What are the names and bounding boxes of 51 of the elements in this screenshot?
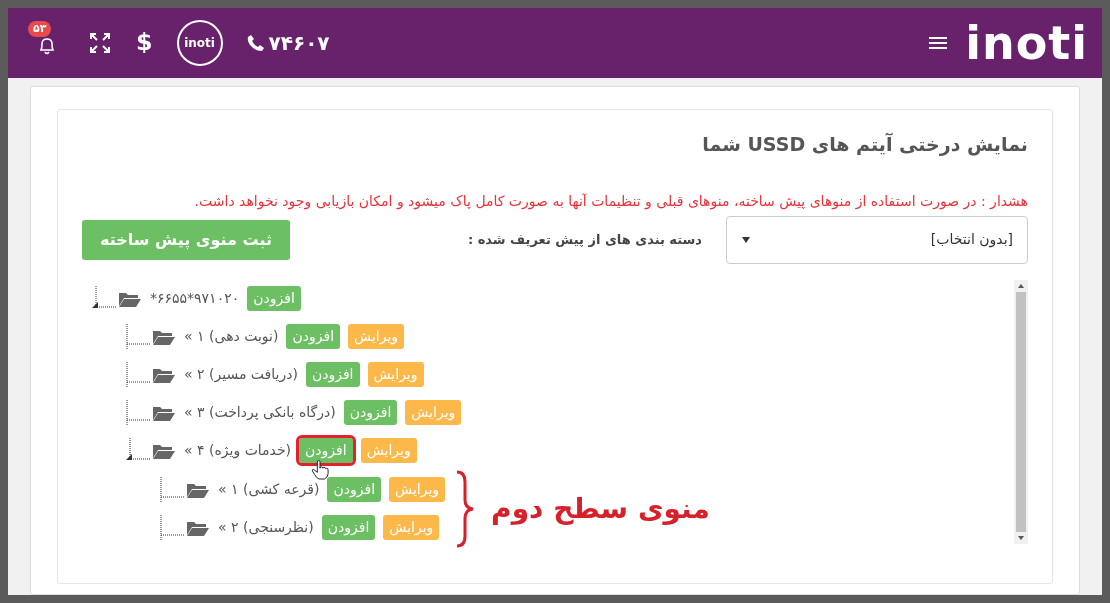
edit-button[interactable]: ویرایش bbox=[360, 437, 417, 464]
category-select[interactable]: [بدون انتخاب] bbox=[726, 215, 1028, 264]
edit-button[interactable]: ویرایش bbox=[348, 323, 405, 350]
tree-item-label[interactable]: (نوبت دهی) ۱ » bbox=[184, 326, 279, 347]
tree-connector-icon[interactable] bbox=[124, 321, 152, 352]
add-button[interactable]: افزودن bbox=[343, 399, 398, 426]
edit-button[interactable]: ویرایش bbox=[383, 514, 440, 541]
site-logo[interactable]: inoti bbox=[965, 20, 1088, 66]
edit-button[interactable]: ویرایش bbox=[367, 361, 424, 388]
add-button[interactable]: افزودن bbox=[327, 476, 382, 503]
folder-icon bbox=[118, 290, 142, 307]
hand-cursor-icon bbox=[311, 459, 330, 480]
folder-icon bbox=[152, 442, 176, 459]
phone-number: ۷۴۶۰۷ bbox=[268, 30, 330, 57]
edit-button[interactable]: ویرایش bbox=[405, 399, 462, 426]
add-button[interactable]: افزودن bbox=[305, 361, 360, 388]
caret-icon bbox=[741, 235, 751, 244]
tree-connector-icon[interactable] bbox=[158, 512, 186, 543]
tree-item-label[interactable]: (دریافت مسیر) ۲ » bbox=[184, 364, 298, 385]
currency-button[interactable]: $ bbox=[136, 25, 153, 61]
tree-item-label[interactable]: (نظرسنجی) ۲ » bbox=[218, 517, 314, 538]
tree-connector-icon[interactable] bbox=[158, 474, 186, 505]
add-button[interactable]: افزودن bbox=[299, 437, 353, 464]
select-value: [بدون انتخاب] bbox=[930, 230, 1013, 250]
warning-text: هشدار : در صورت استفاده از منوهای پیش ساخته، منوهای قبلی و تنظیمات آنها به صورت کامل پاک میشود و امکان بازیابی وجود نخواهد داشت. bbox=[193, 191, 1028, 212]
tree-item-label[interactable]: (درگاه بانکی پرداخت) ۳ » bbox=[184, 402, 336, 423]
tree-connector-icon[interactable] bbox=[124, 359, 152, 390]
tree-item-label[interactable]: (خدمات ویژه) ۴ » bbox=[184, 440, 292, 461]
folder-icon bbox=[152, 328, 176, 345]
annotation-text: منوی سطح دوم bbox=[491, 490, 710, 527]
folder-icon bbox=[186, 519, 210, 536]
category-label: دسته بندی های از پیش تعریف شده : bbox=[467, 230, 702, 249]
folder-icon bbox=[152, 404, 176, 421]
add-button[interactable]: افزودن bbox=[286, 323, 341, 350]
logo-badge[interactable]: inoti bbox=[176, 20, 223, 66]
scrollbar[interactable] bbox=[1014, 279, 1028, 544]
menu-icon[interactable] bbox=[927, 34, 950, 52]
add-button[interactable]: افزودن bbox=[247, 285, 301, 312]
logo-text: inoti bbox=[184, 37, 215, 49]
tree-connector-icon[interactable] bbox=[124, 397, 152, 428]
add-button[interactable]: افزودن bbox=[321, 514, 376, 541]
folder-icon bbox=[152, 366, 176, 383]
phone-icon bbox=[246, 34, 265, 52]
submit-button[interactable]: ثبت منوی پیش ساخته bbox=[82, 219, 290, 260]
notification-count: ۵۳ bbox=[28, 21, 52, 37]
fullscreen-icon[interactable] bbox=[88, 31, 112, 55]
tree-item-label[interactable]: (قرعه کشی) ۱ » bbox=[218, 479, 320, 500]
tree-item-label[interactable]: *۶۶۵۵*۹۷۱۰۲۰ bbox=[150, 288, 240, 309]
folder-icon bbox=[186, 481, 210, 498]
edit-button[interactable]: ویرایش bbox=[389, 476, 446, 503]
panel-title: نمایش درختی آیتم های USSD شما bbox=[701, 132, 1028, 158]
